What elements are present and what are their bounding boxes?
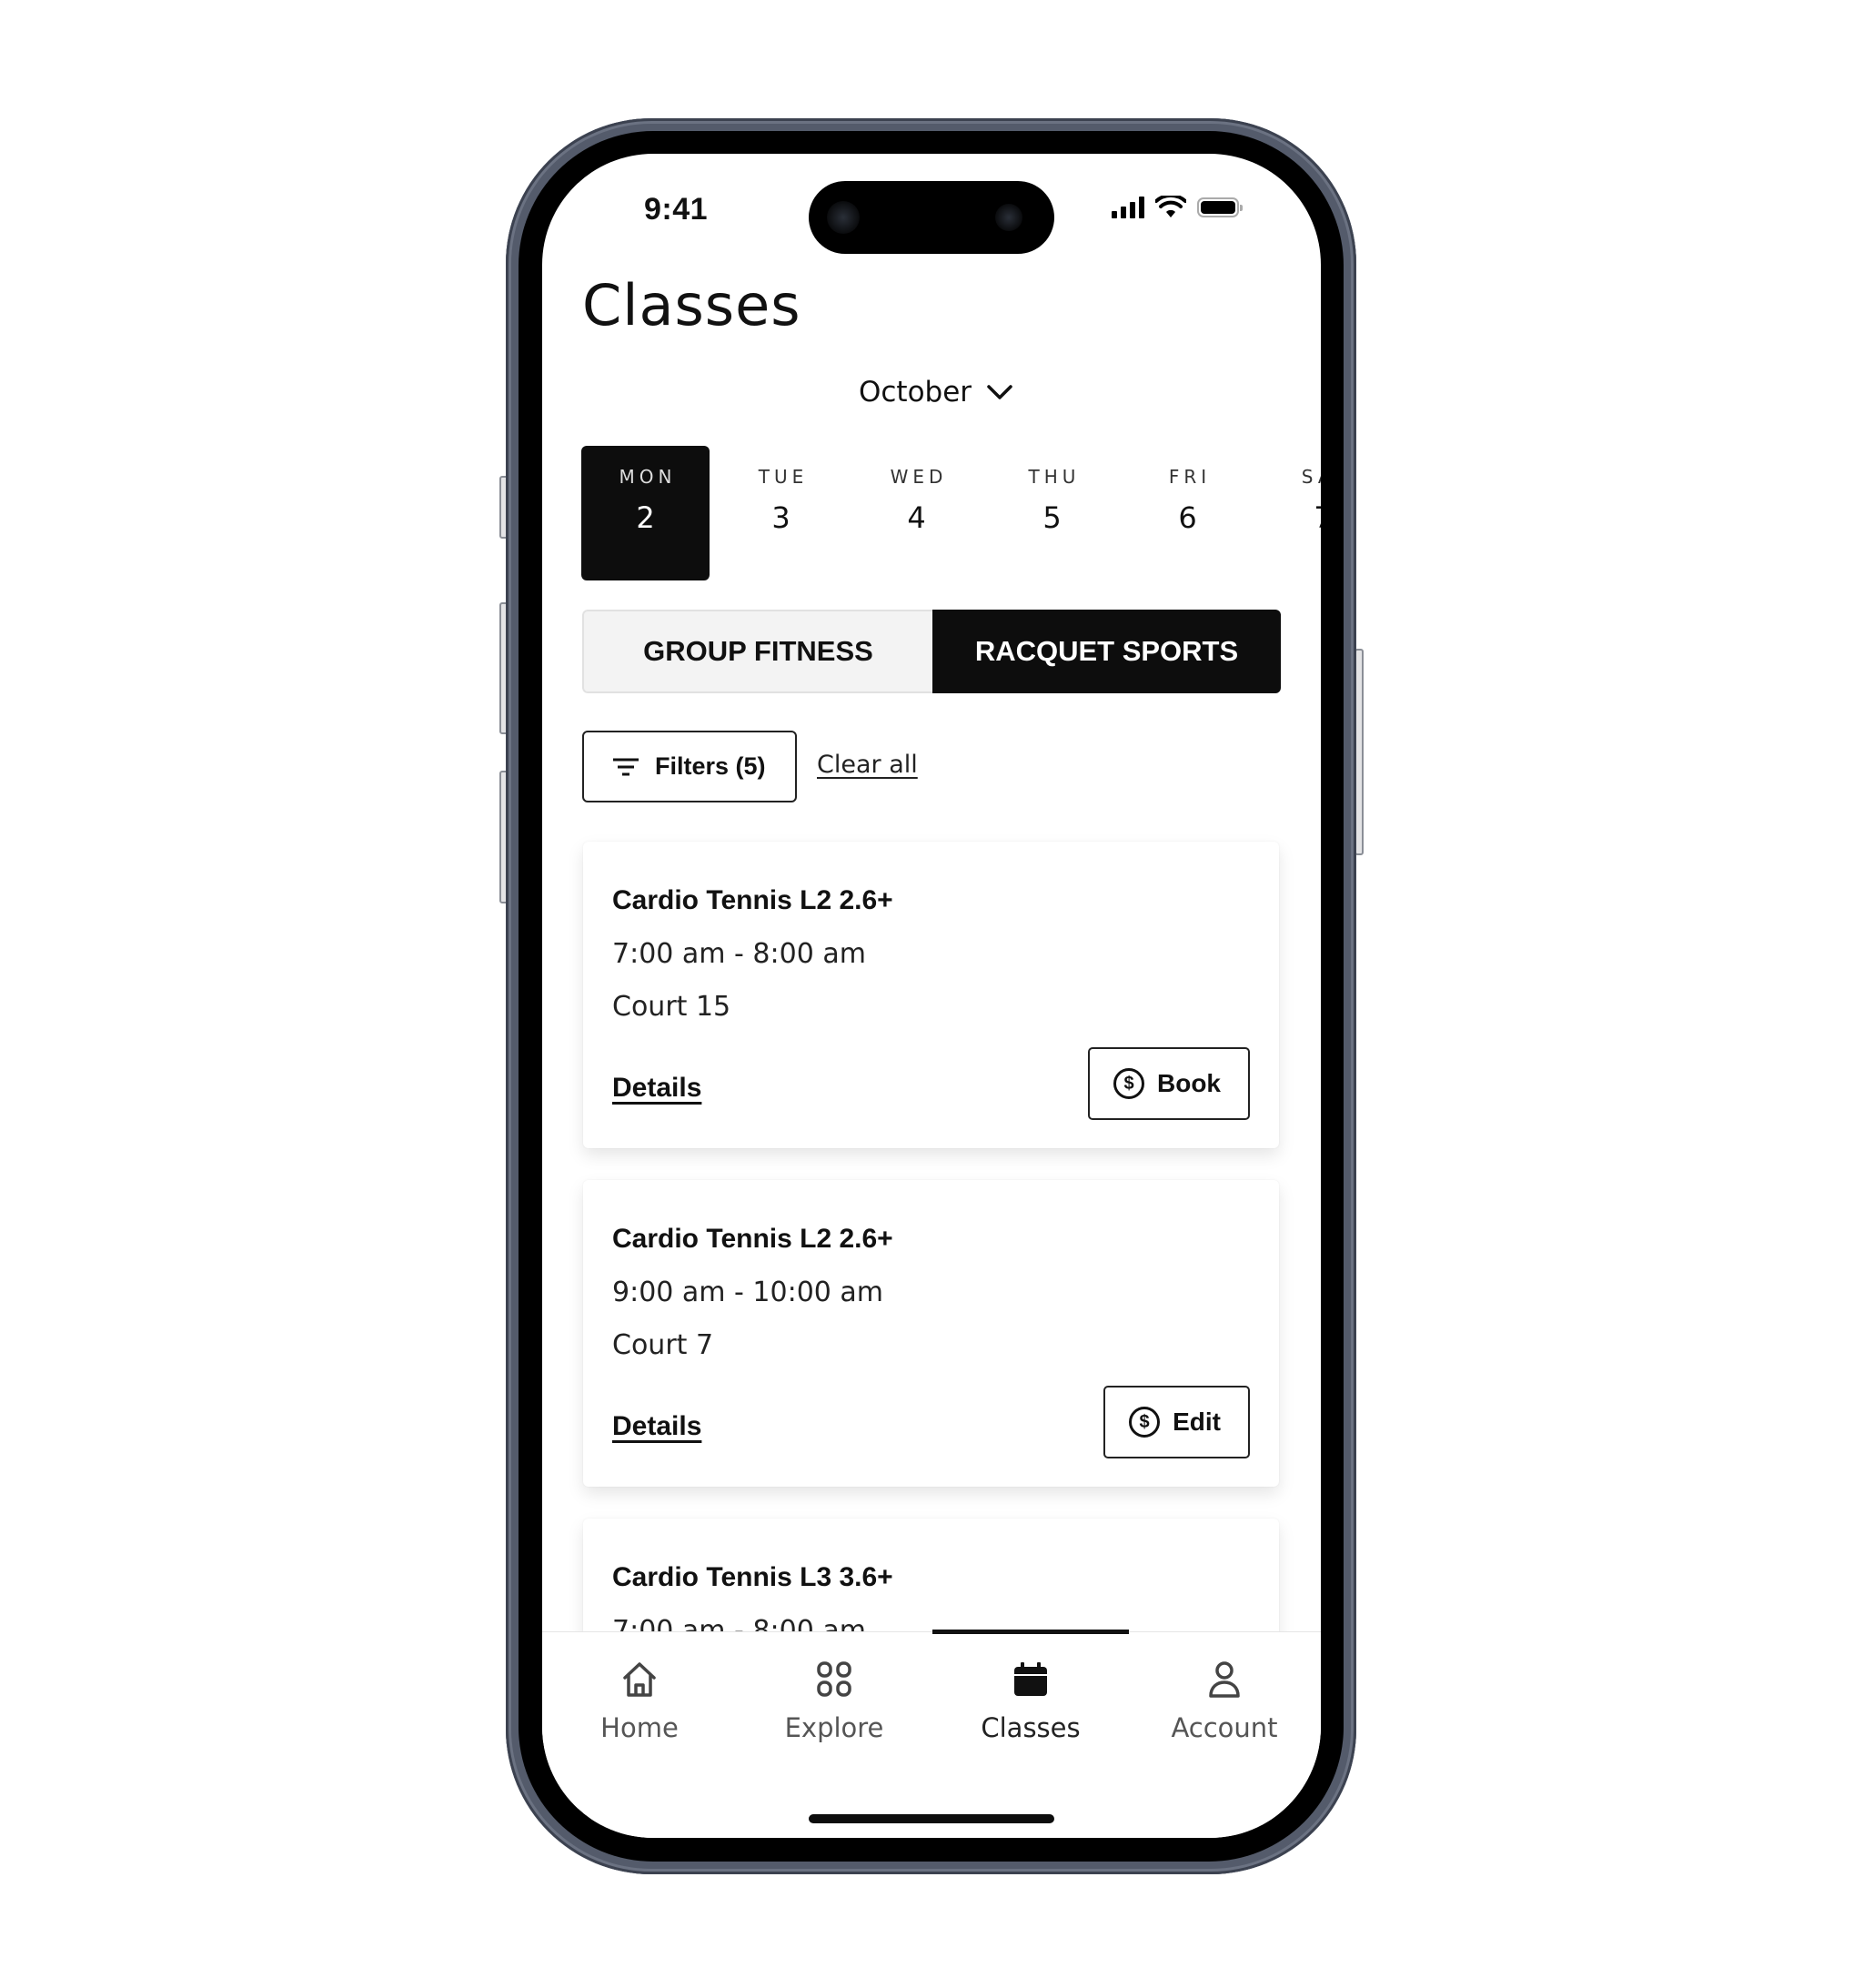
class-title: Cardio Tennis L2 2.6+ [612,1224,893,1254]
nav-home[interactable]: Home [549,1660,730,1743]
filter-icon [613,758,639,775]
edit-button[interactable]: $ Edit [1103,1386,1250,1458]
active-tab-indicator [932,1630,1129,1634]
camera-lens-icon [827,201,860,234]
day-of-week: WED [890,466,948,488]
day-number: 3 [771,500,791,535]
tab-group-fitness[interactable]: GROUP FITNESS [582,610,932,693]
day-of-week: FRI [1168,466,1212,488]
battery-icon [1197,197,1243,217]
class-card: Cardio Tennis L2 2.6+ 9:00 am - 10:00 am… [583,1180,1279,1487]
day-sat[interactable]: SAT 7 [1259,446,1321,580]
tab-racquet-sports[interactable]: RACQUET SPORTS [932,610,1281,693]
nav-label: Home [600,1712,679,1743]
details-link[interactable]: Details [612,1073,701,1104]
day-wed[interactable]: WED 4 [852,446,981,580]
class-time: 7:00 am - 8:00 am [612,938,866,970]
sensor-icon [995,204,1022,231]
calendar-icon [1014,1662,1047,1696]
home-indicator[interactable] [809,1814,1054,1823]
day-thu[interactable]: THU 5 [988,446,1116,580]
bottom-nav: Home Explore Classes Account [542,1630,1321,1838]
day-number: 5 [1042,500,1062,535]
dollar-circle-icon: $ [1129,1407,1161,1438]
month-picker[interactable]: October [859,376,1013,409]
nav-label: Classes [981,1712,1081,1743]
chevron-down-icon [987,385,1012,399]
nav-label: Account [1171,1712,1278,1743]
class-location: Court 15 [612,991,731,1023]
nav-account[interactable]: Account [1133,1660,1315,1743]
day-number: 4 [907,500,926,535]
dollar-circle-icon: $ [1113,1068,1144,1099]
day-of-week: THU [1028,466,1081,488]
day-of-week: MON [619,466,677,488]
day-number: 2 [636,500,655,535]
class-card: Cardio Tennis L2 2.6+ 7:00 am - 8:00 am … [583,842,1279,1148]
page-title: Classes [582,272,801,338]
status-time: 9:41 [644,192,709,227]
class-time: 9:00 am - 10:00 am [612,1277,884,1308]
book-button[interactable]: $ Book [1088,1047,1250,1120]
details-link[interactable]: Details [612,1411,701,1442]
nav-explore[interactable]: Explore [743,1660,925,1743]
day-fri[interactable]: FRI 6 [1123,446,1252,580]
class-title: Cardio Tennis L3 3.6+ [612,1562,893,1592]
clear-all-link[interactable]: Clear all [817,751,918,779]
day-tue[interactable]: TUE 3 [717,446,845,580]
day-number: 7 [1314,500,1321,535]
cellular-signal-icon [1112,197,1144,218]
home-icon [623,1662,656,1697]
class-title: Cardio Tennis L2 2.6+ [612,885,893,915]
day-mon[interactable]: MON 2 [581,446,710,580]
book-label: Book [1157,1069,1221,1097]
status-icons [1112,196,1243,219]
day-number: 6 [1178,500,1197,535]
wifi-icon [1155,196,1186,217]
category-segmented-control: GROUP FITNESS RACQUET SPORTS [582,610,1281,693]
dynamic-island [809,181,1054,254]
month-picker-row: October [542,376,1321,409]
nav-classes[interactable]: Classes [940,1660,1122,1743]
edit-label: Edit [1173,1408,1221,1436]
day-selector: MON 2 TUE 3 WED 4 THU 5 FRI 6 SAT 7 [581,446,1321,580]
person-icon [1209,1661,1240,1698]
nav-label: Explore [784,1712,884,1743]
phone-screen: 9:41 Classes October MON 2 TUE 3 WED 4 T… [542,154,1321,1838]
grid-icon [817,1661,851,1697]
class-location: Court 7 [612,1329,714,1361]
filters-label: Filters (5) [655,752,766,780]
month-label: October [858,376,972,409]
day-of-week: TUE [758,466,809,488]
filters-button[interactable]: Filters (5) [582,731,797,802]
day-of-week: SAT [1301,466,1321,488]
